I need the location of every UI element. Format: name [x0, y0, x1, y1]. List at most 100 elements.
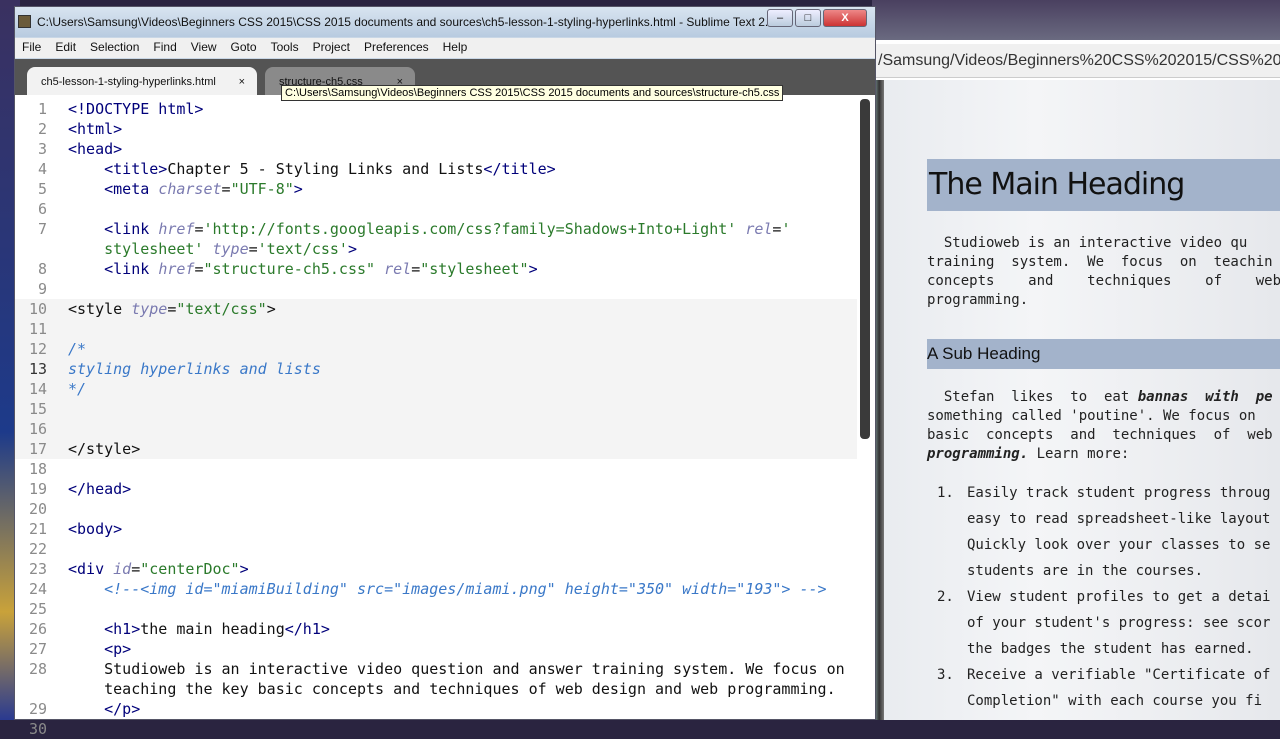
- tag-token: <p>: [104, 640, 132, 658]
- code-text: */: [68, 379, 86, 399]
- menu-selection[interactable]: Selection: [83, 38, 146, 58]
- code-line[interactable]: 6: [15, 199, 857, 219]
- code-text: <div id="centerDoc">: [68, 559, 249, 579]
- code-line[interactable]: 27 <p>: [15, 639, 857, 659]
- list-number: 3.: [937, 667, 954, 683]
- attribute-token: type: [131, 300, 168, 318]
- code-text: Studioweb is an interactive video questi…: [68, 659, 845, 679]
- code-line[interactable]: 14 */: [15, 379, 857, 399]
- code-line[interactable]: 19 </head>: [15, 479, 857, 499]
- address-bar[interactable]: /Samsung/Videos/Beginners%20CSS%202015/C…: [872, 44, 1280, 78]
- vertical-scrollbar[interactable]: [857, 95, 875, 719]
- attribute-token: id: [113, 560, 132, 578]
- code-line[interactable]: 5 <meta charset="UTF-8">: [15, 179, 857, 199]
- code-line[interactable]: 24 <!--<img id="miamiBuilding" src="imag…: [15, 579, 857, 599]
- scrollbar-thumb[interactable]: [860, 99, 870, 439]
- code-line[interactable]: 28 Studioweb is an interactive video que…: [15, 659, 857, 679]
- code-text: <head>: [68, 139, 122, 159]
- code-line[interactable]: 13 styling hyperlinks and lists: [15, 359, 857, 379]
- code-line[interactable]: 21 <body>: [15, 519, 857, 539]
- menu-edit[interactable]: Edit: [48, 38, 83, 58]
- tag-token: </title>: [483, 160, 556, 178]
- text-token: =: [248, 240, 258, 258]
- code-line[interactable]: 17 </style>: [15, 439, 857, 459]
- line-number: 3: [37, 140, 47, 158]
- line-number: 6: [37, 200, 47, 218]
- code-line[interactable]: 18: [15, 459, 857, 479]
- attribute-token: charset: [158, 180, 222, 198]
- attribute-token: href: [158, 260, 195, 278]
- code-line[interactable]: 29 </p>: [15, 699, 857, 719]
- text-token: Studioweb is an interactive video questi…: [68, 660, 845, 678]
- line-number: 20: [28, 500, 47, 518]
- line-number: 29: [28, 700, 47, 718]
- menu-tools[interactable]: Tools: [264, 38, 306, 58]
- line-number: 17: [28, 440, 47, 458]
- page-preview: The Main Heading Studioweb is an interac…: [872, 80, 1280, 720]
- emphasis-text: bannas with pe: [1137, 389, 1273, 405]
- menu-find[interactable]: Find: [146, 38, 183, 58]
- menu-view[interactable]: View: [184, 38, 224, 58]
- line-number: 12: [28, 340, 47, 358]
- line-number: 28: [28, 660, 47, 678]
- code-text: <title>Chapter 5 - Styling Links and Lis…: [68, 159, 556, 179]
- list-item: 2. View student profiles to get a detai o…: [937, 584, 1278, 662]
- code-line[interactable]: 23 <div id="centerDoc">: [15, 559, 857, 579]
- tab-html-file[interactable]: ch5-lesson-1-styling-hyperlinks.html ×: [27, 67, 257, 95]
- close-tab-icon[interactable]: ×: [239, 76, 245, 88]
- minimize-button[interactable]: –: [767, 9, 793, 27]
- code-line[interactable]: 25: [15, 599, 857, 619]
- text-token: =: [411, 260, 421, 278]
- code-line[interactable]: 15: [15, 399, 857, 419]
- tag-token: <meta: [104, 180, 159, 198]
- menu-help[interactable]: Help: [436, 38, 475, 58]
- maximize-button[interactable]: □: [795, 9, 821, 27]
- code-line[interactable]: 12 /*: [15, 339, 857, 359]
- code-line[interactable]: 22: [15, 539, 857, 559]
- code-line[interactable]: 4 <title>Chapter 5 - Styling Links and L…: [15, 159, 857, 179]
- line-number: 27: [28, 640, 47, 658]
- code-line[interactable]: 20: [15, 499, 857, 519]
- code-text: <link href='http://fonts.googleapis.com/…: [68, 219, 790, 239]
- code-text: <style type="text/css">: [68, 299, 276, 319]
- tag-token: <link: [104, 260, 159, 278]
- menu-file[interactable]: File: [15, 38, 48, 58]
- code-line[interactable]: 2 <html>: [15, 119, 857, 139]
- line-number: 22: [28, 540, 47, 558]
- browser-window: /Samsung/Videos/Beginners%20CSS%202015/C…: [872, 0, 1280, 720]
- menu-preferences[interactable]: Preferences: [357, 38, 436, 58]
- code-line[interactable]: 16: [15, 419, 857, 439]
- close-button[interactable]: X: [823, 9, 867, 27]
- code-line[interactable]: 10 <style type="text/css">: [15, 299, 857, 319]
- line-number: 30: [28, 720, 47, 738]
- line-number: 16: [28, 420, 47, 438]
- code-line[interactable]: 30: [15, 719, 857, 739]
- menu-project[interactable]: Project: [306, 38, 357, 58]
- string-token: "text/css": [176, 300, 267, 318]
- text-token: >: [266, 300, 276, 318]
- code-line[interactable]: 1 <!DOCTYPE html>: [15, 99, 857, 119]
- tag-token: <h1>: [104, 620, 141, 638]
- line-number: 7: [37, 220, 47, 238]
- para-text: Learn more:: [1028, 446, 1130, 462]
- code-text: <body>: [68, 519, 122, 539]
- code-line[interactable]: teaching the key basic concepts and tech…: [15, 679, 857, 699]
- comment-token: <!--<img id="miamiBuilding" src="images/…: [104, 580, 827, 598]
- code-editor[interactable]: 1 <!DOCTYPE html> 2 <html> 3 <head> 4 <title>C…: [15, 95, 857, 738]
- tag-token: >: [528, 260, 538, 278]
- code-line[interactable]: 11: [15, 319, 857, 339]
- intro-paragraph: Studioweb is an interactive video qu tra…: [927, 235, 1280, 308]
- line-number: 9: [37, 280, 47, 298]
- menu-goto[interactable]: Goto: [224, 38, 264, 58]
- string-token: "stylesheet": [420, 260, 529, 278]
- line-number: 13: [28, 360, 47, 378]
- code-line[interactable]: 3 <head>: [15, 139, 857, 159]
- code-line[interactable]: 7 <link href='http://fonts.googleapis.co…: [15, 219, 857, 239]
- code-line[interactable]: 9: [15, 279, 857, 299]
- code-line[interactable]: 8 <link href="structure-ch5.css" rel="st…: [15, 259, 857, 279]
- code-line[interactable]: 26 <h1>the main heading</h1>: [15, 619, 857, 639]
- code-line[interactable]: stylesheet' type='text/css'>: [15, 239, 857, 259]
